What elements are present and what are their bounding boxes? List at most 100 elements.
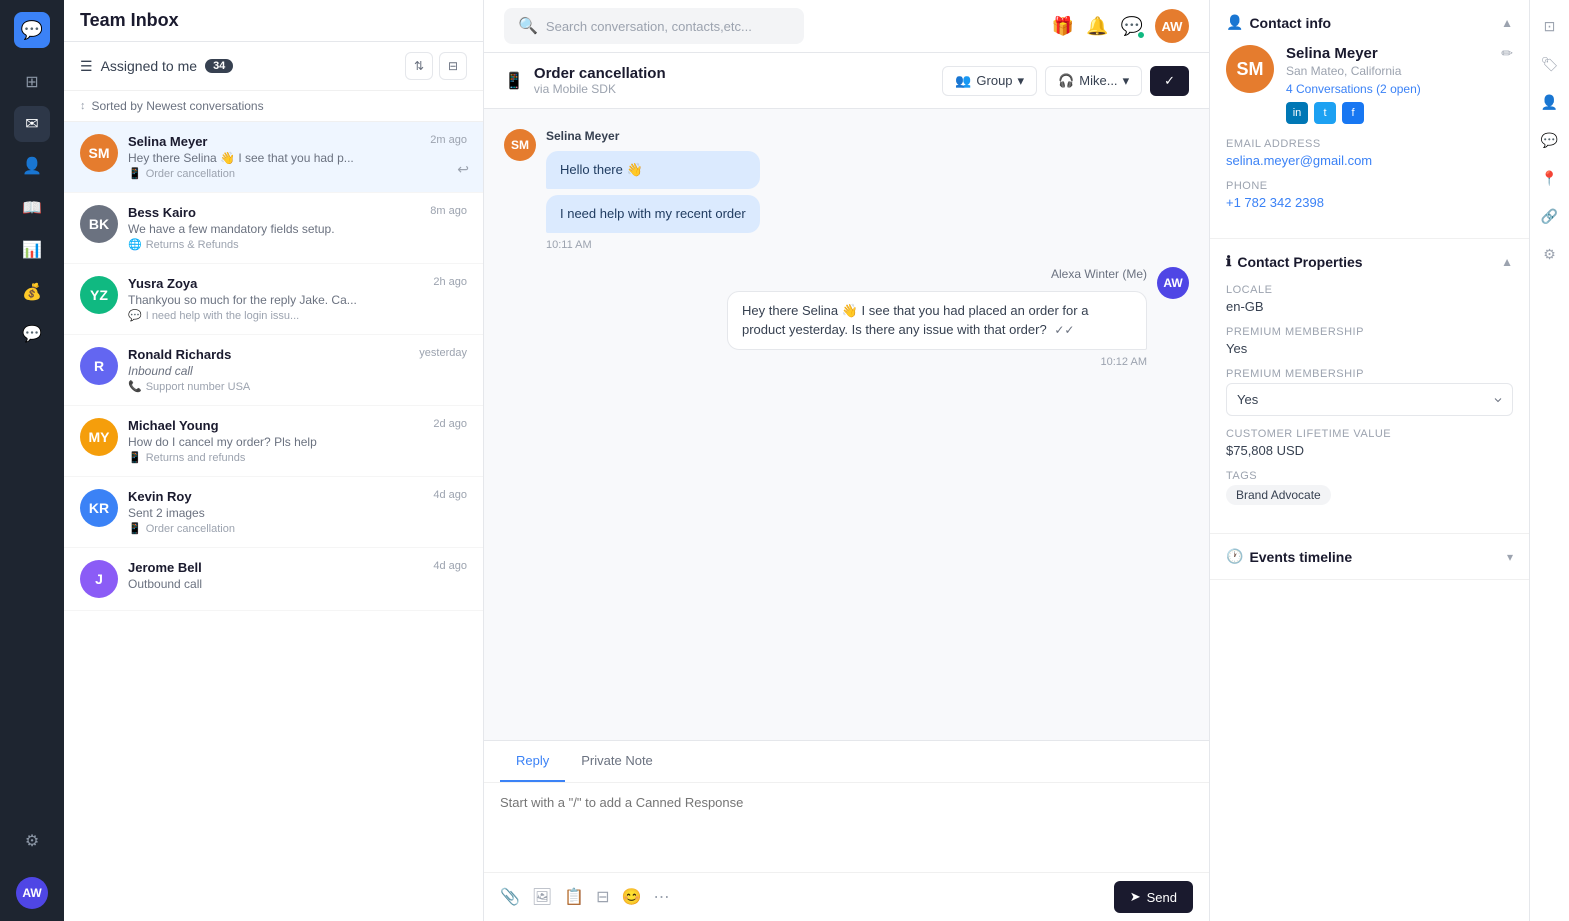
article-icon[interactable]: 📋 [564, 887, 584, 907]
events-timeline-header[interactable]: 🕐 Events timeline ▾ [1210, 534, 1529, 579]
chat-header: 📱 Order cancellation via Mobile SDK 👥 Gr… [484, 53, 1209, 109]
reply-box: Reply Private Note 📎 🖼 📋 ⊟ 😊 ⋯ ➤ Send [484, 740, 1209, 921]
sort-icon[interactable]: ⇅ [405, 52, 433, 80]
conv-content: Kevin Roy 4d ago Sent 2 images 📱 Order c… [128, 489, 467, 535]
conversation-item[interactable]: YZ Yusra Zoya 2h ago Thankyou so much fo… [64, 264, 483, 335]
send-button[interactable]: ➤ Send [1114, 881, 1193, 913]
message-bubble: Hey there Selina 👋 I see that you had pl… [727, 291, 1147, 349]
chat-title-block: Order cancellation via Mobile SDK [534, 65, 666, 96]
contact-properties-body: Locale en-GB Premium Membership Yes Prem… [1210, 284, 1529, 533]
right-panel-conversation-icon[interactable]: 💬 [1536, 126, 1564, 154]
contact-info-icon: 👤 [1226, 14, 1243, 31]
agent-chevron-icon: ▾ [1123, 73, 1130, 89]
search-icon: 🔍 [518, 16, 538, 36]
search-bar[interactable]: 🔍 Search conversation, contacts,etc... [504, 8, 804, 44]
message-row-incoming: SM Selina Meyer Hello there 👋 I need hel… [504, 129, 1189, 251]
right-panel-link-icon[interactable]: 🔗 [1536, 202, 1564, 230]
email-value[interactable]: selina.meyer@gmail.com [1226, 153, 1513, 168]
reply-textarea[interactable] [500, 795, 1193, 855]
locale-prop: Locale en-GB [1226, 284, 1513, 314]
reply-tabs: Reply Private Note [484, 741, 1209, 783]
linkedin-icon[interactable]: in [1286, 102, 1308, 124]
tab-reply[interactable]: Reply [500, 741, 565, 782]
channel-icon: 💬 [128, 309, 142, 322]
nav-inbox[interactable]: ✉ [14, 106, 50, 142]
user-profile-avatar[interactable]: AW [1155, 9, 1189, 43]
contact-properties-header[interactable]: ℹ Contact Properties ▲ [1210, 239, 1529, 284]
conversation-item[interactable]: BK Bess Kairo 8m ago We have a few manda… [64, 193, 483, 264]
avatar: KR [80, 489, 118, 527]
filter-options-icon[interactable]: ⊟ [439, 52, 467, 80]
events-clock-icon: 🕐 [1226, 548, 1243, 565]
right-panel-location-icon[interactable]: 📍 [1536, 164, 1564, 192]
channel-icon: 📱 [128, 167, 142, 180]
gift-icon[interactable]: 🎁 [1052, 16, 1074, 37]
contact-conversations[interactable]: 4 Conversations (2 open) [1286, 82, 1513, 96]
check-icon: ✓ [1164, 73, 1175, 89]
resolve-button[interactable]: ✓ [1150, 66, 1189, 96]
chat-status-icon[interactable]: 💬 [1121, 16, 1143, 37]
channel-name: Order cancellation [146, 523, 235, 535]
contact-properties-chevron-icon: ▲ [1501, 255, 1513, 269]
nav-billing[interactable]: 💰 [14, 274, 50, 310]
right-panel-label-icon[interactable]: 🏷 [1536, 50, 1564, 78]
avatar: YZ [80, 276, 118, 314]
locale-value: en-GB [1226, 299, 1513, 314]
nav-settings[interactable]: ⚙ [14, 823, 50, 859]
read-receipt-icon: ✓✓ [1054, 323, 1074, 337]
right-panel: 👤 Contact info ▲ SM Selina Meyer ✏ San M… [1209, 0, 1529, 921]
conv-name: Bess Kairo [128, 205, 196, 220]
app-logo: 💬 [14, 12, 50, 48]
phone-value[interactable]: +1 782 342 2398 [1226, 195, 1513, 210]
more-options-icon[interactable]: ⋯ [653, 887, 669, 907]
channel-name: Returns and refunds [146, 452, 246, 464]
phone-label: Phone [1226, 180, 1513, 192]
right-panel-settings-icon[interactable]: ⚙ [1536, 240, 1564, 268]
conv-time: yesterday [419, 347, 467, 359]
events-timeline-chevron-icon: ▾ [1507, 550, 1513, 564]
bell-icon[interactable]: 🔔 [1086, 16, 1108, 37]
conv-content: Ronald Richards yesterday Inbound call 📞… [128, 347, 467, 393]
facebook-icon[interactable]: f [1342, 102, 1364, 124]
edit-contact-icon[interactable]: ✏ [1501, 45, 1513, 62]
conv-name: Kevin Roy [128, 489, 192, 504]
contact-details: Selina Meyer ✏ San Mateo, California 4 C… [1286, 45, 1513, 124]
agent-button[interactable]: 🎧 Mike... ▾ [1045, 66, 1142, 96]
conversation-item[interactable]: R Ronald Richards yesterday Inbound call… [64, 335, 483, 406]
user-avatar[interactable]: AW [16, 877, 48, 909]
right-panel-info-icon[interactable]: ⊡ [1536, 12, 1564, 40]
contact-info-header[interactable]: 👤 Contact info ▲ [1210, 0, 1529, 45]
conversation-item[interactable]: SM Selina Meyer 2m ago Hey there Selina … [64, 122, 483, 193]
events-timeline-section: 🕐 Events timeline ▾ [1210, 534, 1529, 580]
message-sender: Alexa Winter (Me) [1051, 267, 1147, 281]
premium-membership-select-prop: Premium membership Yes No [1226, 368, 1513, 416]
nav-dashboard[interactable]: ⊞ [14, 64, 50, 100]
gif-icon[interactable]: ⊟ [596, 887, 609, 907]
nav-reports[interactable]: 📊 [14, 232, 50, 268]
emoji-icon[interactable]: 😊 [622, 887, 642, 907]
twitter-icon[interactable]: t [1314, 102, 1336, 124]
channel-name: Returns & Refunds [146, 239, 239, 251]
conv-message: Sent 2 images [128, 506, 368, 520]
conversation-item[interactable]: KR Kevin Roy 4d ago Sent 2 images 📱 Orde… [64, 477, 483, 548]
social-icons: in t f [1286, 102, 1513, 124]
conversation-item[interactable]: J Jerome Bell 4d ago Outbound call [64, 548, 483, 611]
premium-membership-select[interactable]: Yes No [1226, 383, 1513, 416]
conv-content: Yusra Zoya 2h ago Thankyou so much for t… [128, 276, 467, 322]
conv-time: 4d ago [433, 489, 467, 501]
contact-name: Selina Meyer [1286, 45, 1378, 62]
attach-icon[interactable]: 📎 [500, 887, 520, 907]
nav-knowledge[interactable]: 📖 [14, 190, 50, 226]
nav-contacts[interactable]: 👤 [14, 148, 50, 184]
conversation-list: SM Selina Meyer 2m ago Hey there Selina … [64, 122, 483, 921]
conv-content: Michael Young 2d ago How do I cancel my … [128, 418, 467, 464]
group-button[interactable]: 👥 Group ▾ [942, 66, 1037, 96]
tab-private-note[interactable]: Private Note [565, 741, 669, 782]
conversation-item[interactable]: MY Michael Young 2d ago How do I cancel … [64, 406, 483, 477]
right-panel-person-icon[interactable]: 👤 [1536, 88, 1564, 116]
global-header: Team Inbox [64, 0, 483, 42]
image-icon[interactable]: 🖼 [532, 887, 552, 907]
email-label: Email address [1226, 138, 1513, 150]
nav-conversations[interactable]: 💬 [14, 316, 50, 352]
channel-name: Order cancellation [146, 168, 235, 180]
